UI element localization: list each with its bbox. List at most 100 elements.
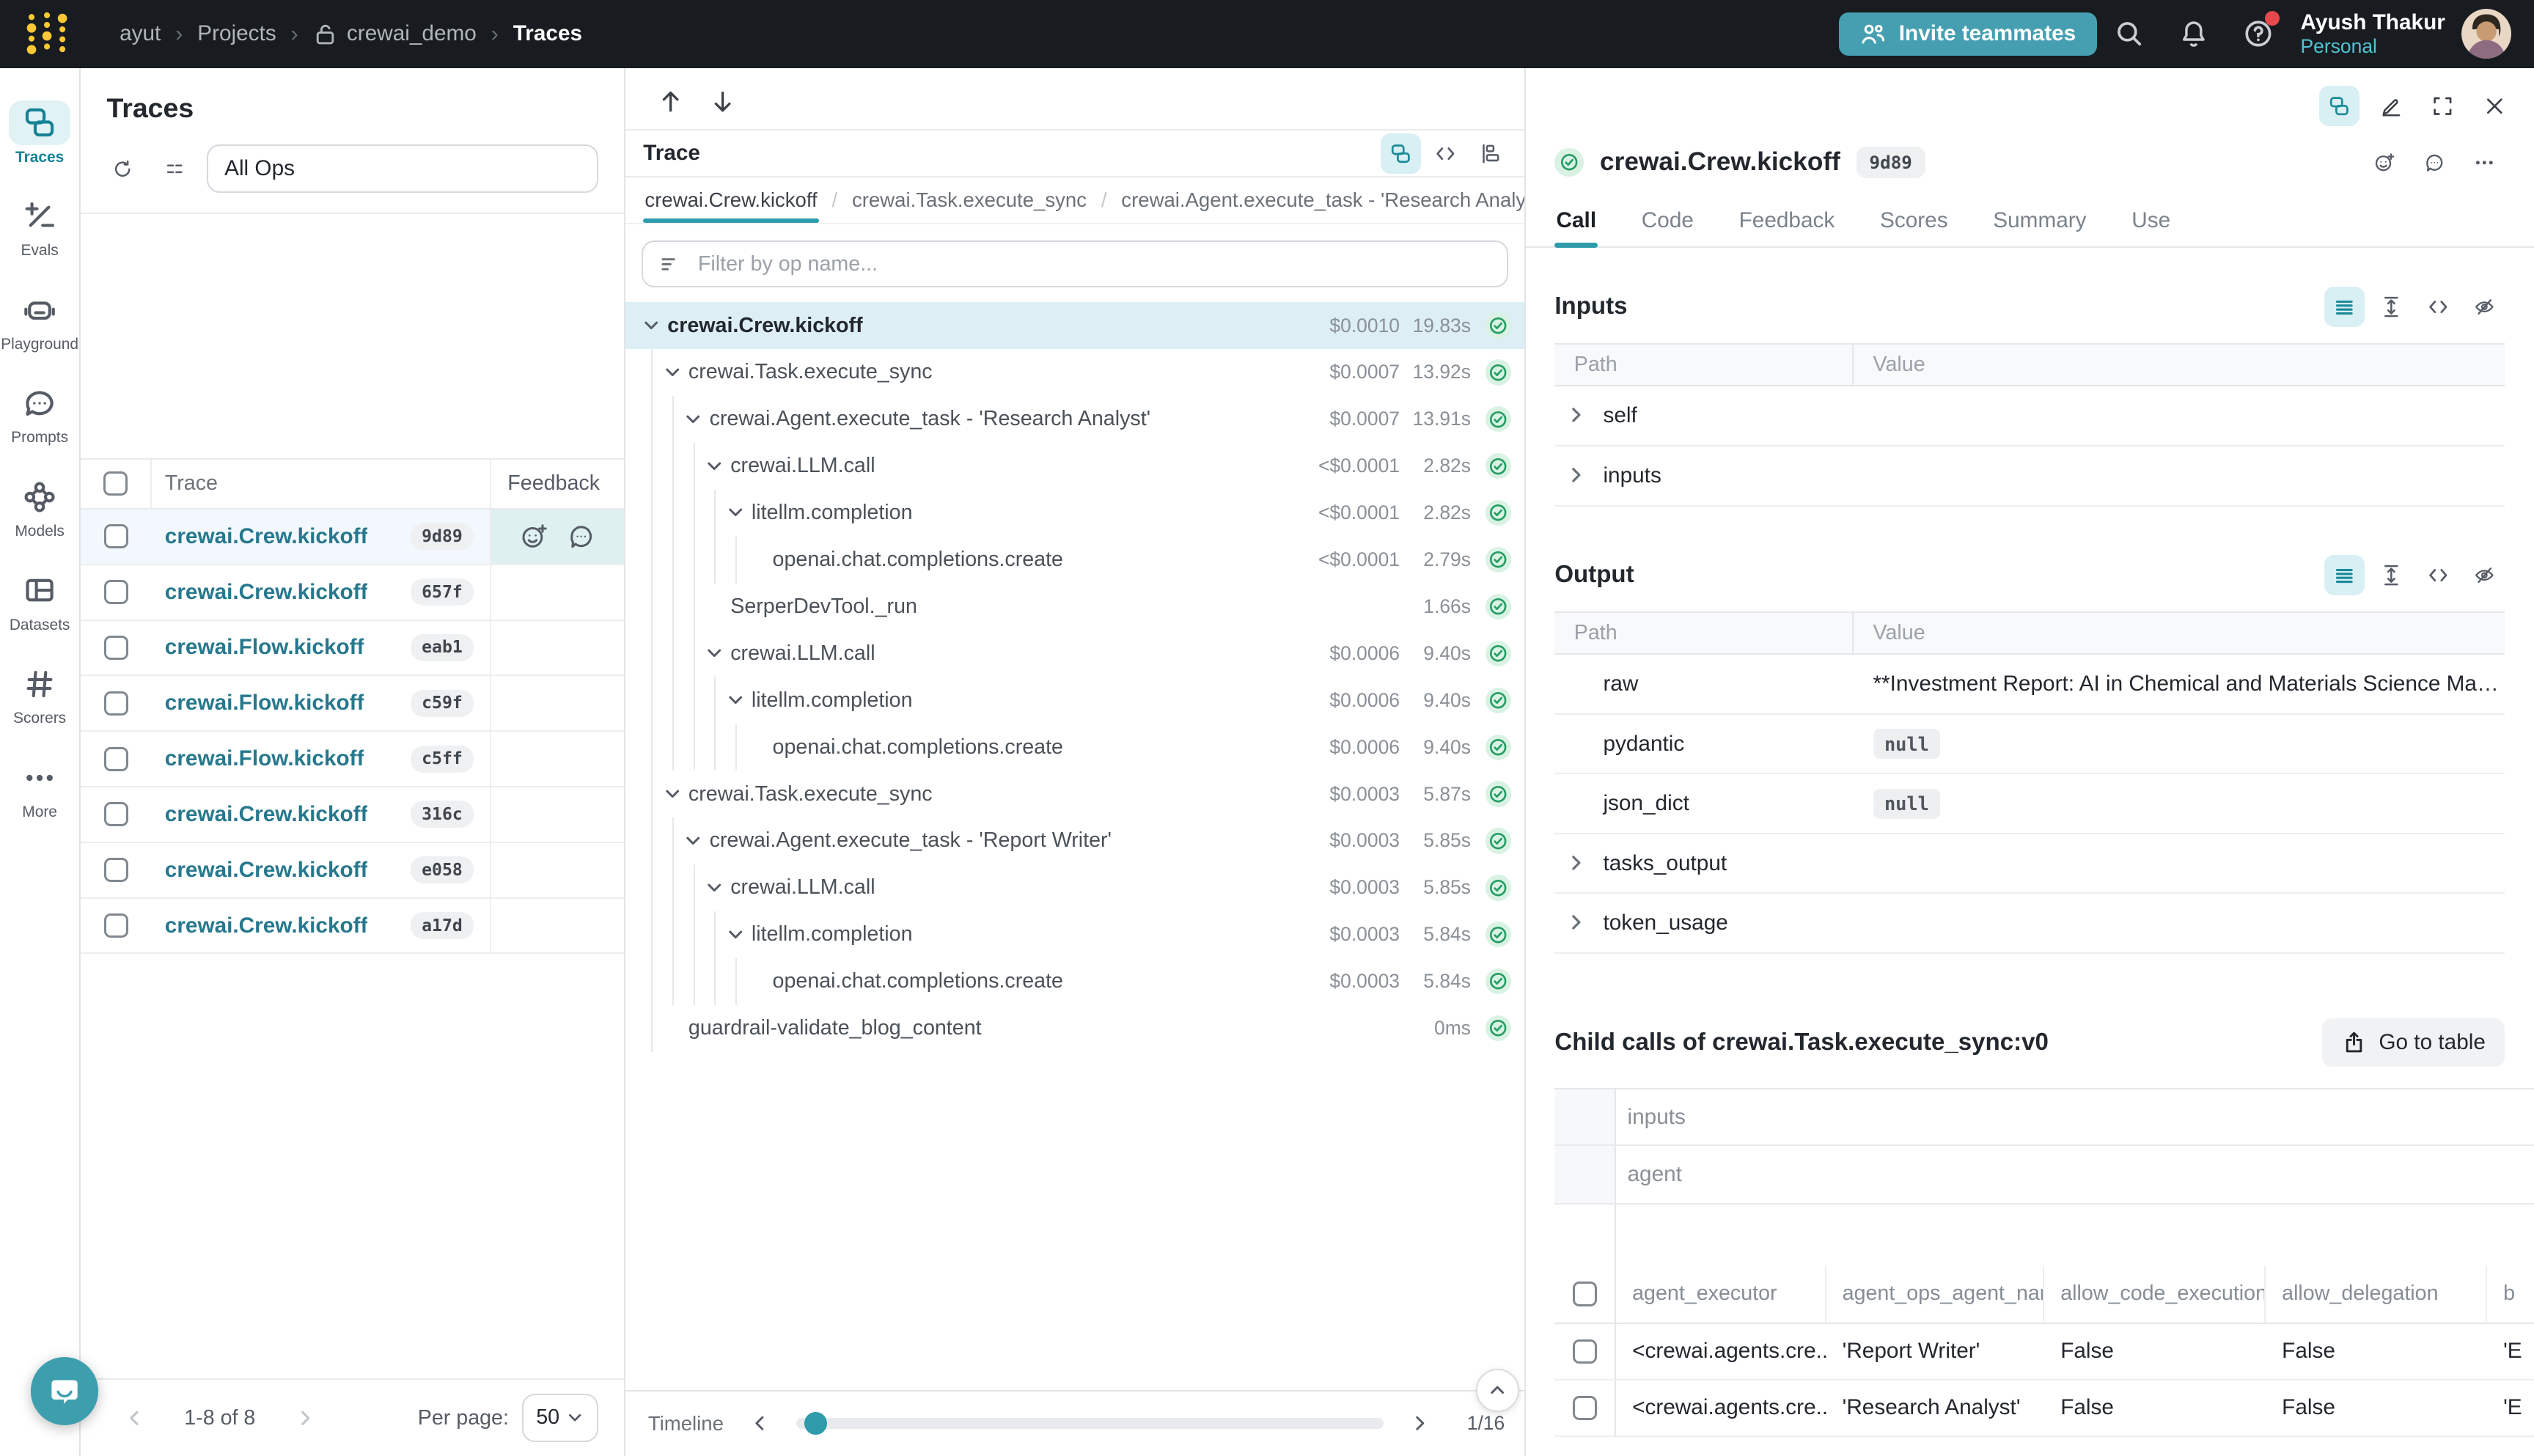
help-button[interactable] [2226, 10, 2291, 58]
breadcrumb-entity[interactable]: ayut [120, 21, 161, 46]
trace-table-row[interactable]: crewai.Crew.kickoff a17d [81, 899, 624, 955]
close-button[interactable] [2474, 86, 2514, 126]
hide-values-button[interactable] [2464, 555, 2505, 595]
row-checkbox[interactable] [104, 747, 128, 771]
comment-button[interactable] [2414, 142, 2455, 183]
wandb-logo-icon[interactable] [23, 10, 71, 58]
trace-link[interactable]: crewai.Crew.kickoff [165, 524, 368, 549]
collapse-timeline-button[interactable] [1476, 1369, 1520, 1413]
avatar[interactable] [2461, 9, 2511, 59]
trace-link[interactable]: crewai.Crew.kickoff [165, 913, 368, 938]
tree-row[interactable]: crewai.LLM.call $0.0003 5.85s [625, 864, 1524, 911]
op-filter-input[interactable] [695, 251, 1491, 278]
notifications-button[interactable] [2162, 10, 2226, 58]
code-view-button[interactable] [1425, 133, 1466, 174]
add-reaction-button[interactable] [2365, 142, 2405, 183]
trace-link[interactable]: crewai.Crew.kickoff [165, 580, 368, 605]
expand-chevron-icon[interactable] [659, 359, 685, 385]
sidebar-item-datasets[interactable]: Datasets [0, 568, 80, 634]
sidebar-item-traces[interactable]: Traces [0, 100, 80, 166]
row-checkbox[interactable] [1573, 1396, 1597, 1420]
expand-chevron-icon[interactable] [722, 500, 748, 526]
timeline-next-button[interactable] [1400, 1413, 1440, 1434]
tree-view-button[interactable] [1381, 133, 1421, 174]
expand-rows-button[interactable] [2370, 287, 2411, 327]
expand-chevron-icon[interactable] [680, 406, 706, 432]
row-checkbox[interactable] [104, 858, 128, 882]
trace-table-row[interactable]: crewai.Flow.kickoff c59f [81, 676, 624, 732]
tab-call[interactable]: Call [1554, 199, 1598, 246]
trace-table-row[interactable]: crewai.Flow.kickoff c5ff [81, 732, 624, 787]
row-checkbox[interactable] [104, 913, 128, 938]
trace-link[interactable]: crewai.Crew.kickoff [165, 802, 368, 827]
trace-table-row[interactable]: crewai.Flow.kickoff eab1 [81, 621, 624, 677]
trace-table-row[interactable]: crewai.Crew.kickoff e058 [81, 843, 624, 899]
tab-scores[interactable]: Scores [1879, 199, 1950, 246]
tree-row[interactable]: litellm.completion $0.0006 9.40s [625, 677, 1524, 724]
breadcrumb-projects[interactable]: Projects [197, 21, 276, 46]
expand-chevron-icon[interactable] [702, 875, 727, 900]
trace-table-row[interactable]: crewai.Crew.kickoff 657f [81, 565, 624, 621]
sidebar-item-more[interactable]: More [0, 755, 80, 821]
trace-link[interactable]: crewai.Flow.kickoff [165, 746, 364, 771]
column-header-agent_executor[interactable]: agent_executor [1616, 1265, 1826, 1322]
expand-chevron-icon[interactable] [1566, 852, 1589, 875]
tab-feedback[interactable]: Feedback [1737, 199, 1836, 246]
expand-chevron-icon[interactable] [1566, 673, 1589, 696]
column-settings-button[interactable] [155, 150, 194, 188]
list-view-button[interactable] [2324, 555, 2365, 595]
breadcrumb-project[interactable]: crewai_demo [313, 21, 477, 46]
column-header-agent_ops_agent_nan[interactable]: agent_ops_agent_nan [1826, 1265, 2045, 1322]
invite-teammates-button[interactable]: Invite teammates [1839, 12, 2097, 56]
tree-row[interactable]: SerperDevTool._run 1.66s [625, 584, 1524, 630]
kv-row[interactable]: token_usage [1554, 894, 2505, 954]
edit-button[interactable] [2370, 86, 2411, 126]
column-header-allow_delegation[interactable]: allow_delegation [2266, 1265, 2487, 1322]
add-emoji-icon[interactable] [521, 523, 548, 550]
expand-chevron-icon[interactable] [1566, 793, 1589, 815]
trace-table-row[interactable]: crewai.Crew.kickoff 316c [81, 787, 624, 843]
tree-row[interactable]: litellm.completion $0.0003 5.84s [625, 911, 1524, 958]
expand-chevron-icon[interactable] [639, 312, 664, 338]
timeline-prev-button[interactable] [740, 1413, 780, 1434]
ops-filter-select[interactable]: All Ops [207, 144, 598, 193]
row-checkbox[interactable] [104, 802, 128, 826]
child-table-row[interactable]: <crewai.agents.cre...'Research Analyst'F… [1554, 1380, 2534, 1437]
row-checkbox[interactable] [1573, 1339, 1597, 1364]
expand-chevron-icon[interactable] [1566, 732, 1589, 755]
code-view-button[interactable] [2417, 287, 2458, 327]
kv-row[interactable]: raw **Investment Report: AI in Chemical … [1554, 655, 2505, 715]
chat-support-button[interactable] [31, 1357, 99, 1425]
refresh-button[interactable] [103, 150, 142, 188]
fullscreen-button[interactable] [2423, 86, 2463, 126]
tree-row[interactable]: openai.chat.completions.create $0.0006 9… [625, 724, 1524, 771]
trace-table-row[interactable]: crewai.Crew.kickoff 9d89 [81, 510, 624, 565]
user-menu[interactable]: Ayush Thakur Personal [2301, 10, 2445, 58]
call-breadcrumb-tab[interactable]: crewai.Crew.kickoff [643, 177, 819, 223]
search-button[interactable] [2097, 10, 2162, 58]
row-checkbox[interactable] [104, 636, 128, 660]
go-to-table-button[interactable]: Go to table [2322, 1018, 2505, 1067]
expand-chevron-icon[interactable] [659, 781, 685, 806]
select-all-checkbox[interactable] [1573, 1282, 1597, 1306]
tab-use[interactable]: Use [2130, 199, 2172, 246]
prev-page-button[interactable] [106, 1405, 161, 1430]
tree-row[interactable]: guardrail-validate_blog_content 0ms [625, 1005, 1524, 1052]
sidebar-item-prompts[interactable]: Prompts [0, 380, 80, 446]
tree-row[interactable]: crewai.Crew.kickoff $0.0010 19.83s [625, 302, 1524, 349]
column-header-trace[interactable]: Trace [152, 460, 491, 508]
tree-row[interactable]: openai.chat.completions.create $0.0003 5… [625, 958, 1524, 1005]
kv-row[interactable]: tasks_output [1554, 834, 2505, 894]
per-page-select[interactable]: 50 [522, 1394, 598, 1442]
kv-row[interactable]: inputs [1554, 446, 2505, 507]
sidebar-item-models[interactable]: Models [0, 474, 80, 540]
expand-rows-button[interactable] [2370, 555, 2411, 595]
expand-chevron-icon[interactable] [722, 922, 748, 947]
sidebar-item-playground[interactable]: Playground [0, 287, 80, 353]
expand-chevron-icon[interactable] [702, 453, 727, 479]
tab-code[interactable]: Code [1640, 199, 1696, 246]
code-view-button[interactable] [2417, 555, 2458, 595]
kv-row[interactable]: self [1554, 386, 2505, 446]
kv-row[interactable]: json_dict null [1554, 774, 2505, 834]
tree-row[interactable]: crewai.Agent.execute_task - 'Research An… [625, 396, 1524, 443]
